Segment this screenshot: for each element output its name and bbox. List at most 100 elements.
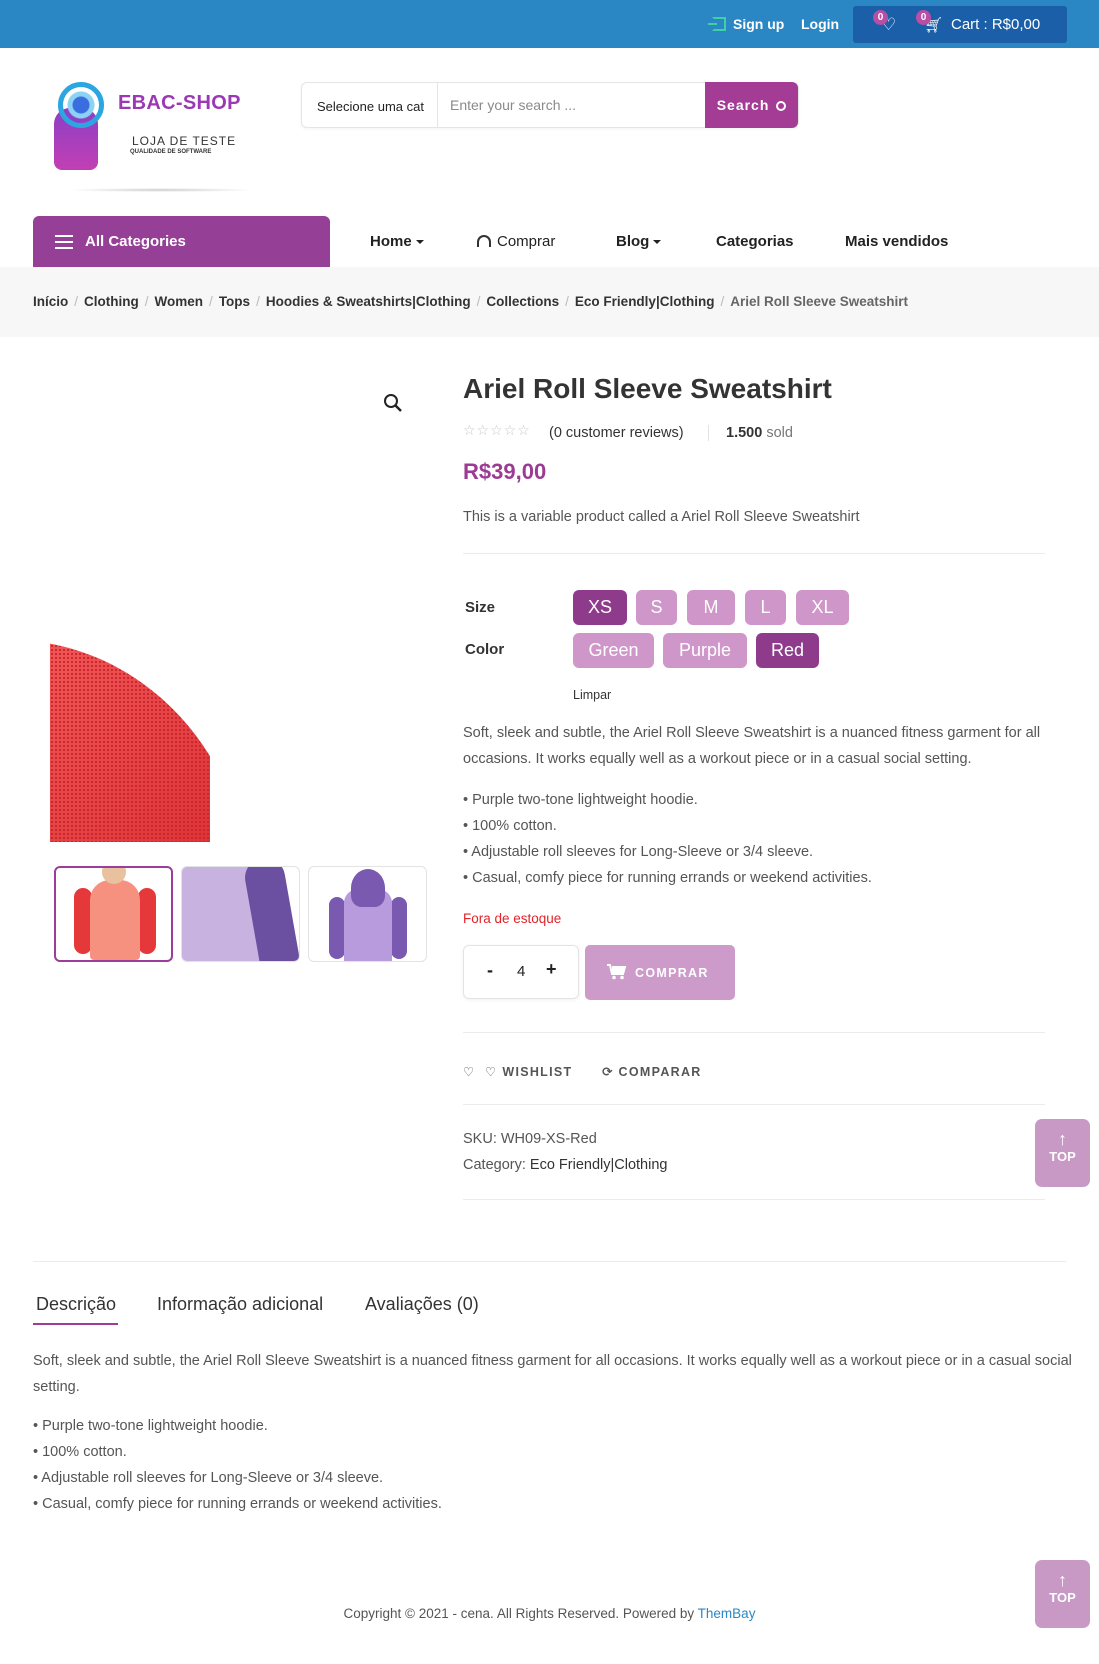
cart-count-badge: 0 xyxy=(916,10,931,25)
sku-label: SKU: xyxy=(463,1131,497,1147)
color-label: Color xyxy=(465,641,505,658)
tab-descricao[interactable]: Descrição xyxy=(36,1294,116,1315)
top-bar: Sign up Login 0 ♡ 0 🛒︎ Cart : R$0,00 xyxy=(0,0,1099,48)
size-option-xl[interactable]: XL xyxy=(796,590,849,625)
site-logo[interactable]: EBAC-SHOP LOJA DE TESTE QUALIDADE DE SOF… xyxy=(46,78,256,198)
breadcrumb-link[interactable]: Hoodies & Sweatshirts|Clothing xyxy=(266,294,471,309)
search-category-select[interactable]: Selecione uma cat xyxy=(317,99,424,114)
tab-avaliacoes[interactable]: Avaliações (0) xyxy=(365,1294,479,1315)
divider xyxy=(463,553,1045,554)
size-option-s[interactable]: S xyxy=(636,590,677,625)
product-thumbnail-back[interactable] xyxy=(308,866,427,962)
all-categories-label: All Categories xyxy=(85,233,186,250)
product-thumbnail-sleeve[interactable] xyxy=(181,866,300,962)
logo-subtitle: LOJA DE TESTE xyxy=(132,134,237,148)
size-option-xs[interactable]: XS xyxy=(573,590,627,625)
logo-shadow xyxy=(66,188,256,192)
breadcrumb-separator: / xyxy=(565,294,569,309)
tab-description-text: Soft, sleek and subtle, the Ariel Roll S… xyxy=(33,1353,1072,1395)
nav-item-label: Blog xyxy=(616,233,650,250)
wishlist-button[interactable]: 0 ♡ xyxy=(873,10,896,33)
breadcrumb: Início / Clothing / Women / Tops / Hoodies & Swe… xyxy=(33,294,908,309)
tab-bullet: • 100% cotton. xyxy=(33,1444,127,1460)
search-input[interactable] xyxy=(450,93,700,117)
rating-stars: ☆☆☆☆☆ xyxy=(463,422,531,438)
color-option-green[interactable]: Green xyxy=(573,633,654,668)
product-short-description: This is a variable product called a Arie… xyxy=(463,509,860,525)
quantity-input[interactable]: 4 xyxy=(517,963,525,980)
cart-button[interactable]: 0 🛒︎ xyxy=(916,10,943,34)
tab-bullet: • Purple two-tone lightweight hoodie. xyxy=(33,1418,268,1434)
menu-icon xyxy=(55,235,73,249)
search-divider xyxy=(437,83,438,127)
product-image-fabric xyxy=(50,640,210,842)
breadcrumb-separator: / xyxy=(144,294,149,309)
thumb-graphic xyxy=(90,880,140,960)
sku-value: WH09-XS-Red xyxy=(500,1131,597,1147)
product-bullet: • Casual, comfy piece for running errand… xyxy=(463,870,872,886)
breadcrumb-separator: / xyxy=(209,294,213,309)
size-label: Size xyxy=(465,599,496,616)
breadcrumb-link[interactable]: Eco Friendly|Clothing xyxy=(575,294,715,309)
nav-item-label: Comprar xyxy=(497,233,556,250)
size-option-m[interactable]: M xyxy=(687,590,735,625)
nav-item-comprar[interactable]: Comprar xyxy=(477,233,555,250)
arrow-up-icon: ↑ xyxy=(1058,1570,1067,1590)
product-description: Soft, sleek and subtle, the Ariel Roll S… xyxy=(463,725,1041,767)
signup-label: Sign up xyxy=(733,16,785,32)
reviews-link[interactable]: (0 customer reviews) xyxy=(549,425,684,441)
color-option-purple[interactable]: Purple xyxy=(663,633,747,668)
nav-item-home[interactable]: Home xyxy=(370,233,424,250)
thumb-graphic xyxy=(391,897,407,959)
nav-item-mais-vendidos[interactable]: Mais vendidos xyxy=(845,233,948,250)
back-to-top-label: TOP xyxy=(1049,1149,1076,1164)
tab-bullet: • Adjustable roll sleeves for Long-Sleev… xyxy=(33,1470,384,1486)
breadcrumb-separator: / xyxy=(256,294,260,309)
wishlist-action[interactable]: ♡ ♡ WISHLIST xyxy=(463,1064,572,1079)
sold-number: 1.500 xyxy=(726,425,763,441)
divider xyxy=(463,1104,1045,1105)
all-categories-button[interactable]: All Categories xyxy=(33,216,330,267)
nav-item-blog[interactable]: Blog xyxy=(616,233,662,250)
breadcrumb-separator: / xyxy=(74,294,79,309)
sold-count: 1.500 sold xyxy=(726,425,793,441)
quantity-decrease-button[interactable]: - xyxy=(487,960,493,981)
refresh-icon: ⟳ xyxy=(602,1065,619,1079)
nav-item-categorias[interactable]: Categorias xyxy=(716,233,794,250)
clear-selection-link[interactable]: Limpar xyxy=(573,688,611,702)
quantity-increase-button[interactable]: + xyxy=(546,959,557,980)
breadcrumb-link[interactable]: Women xyxy=(155,294,204,309)
footer-link-thembay[interactable]: ThemBay xyxy=(698,1606,756,1621)
buy-button[interactable]: COMPRAR xyxy=(585,945,735,1000)
tab-informacao-adicional[interactable]: Informação adicional xyxy=(157,1294,323,1315)
search-button[interactable]: Search xyxy=(705,82,798,128)
breadcrumb-separator: / xyxy=(720,294,725,309)
heart-icon: ♡ ♡ xyxy=(463,1065,503,1079)
breadcrumb-link[interactable]: Clothing xyxy=(84,294,139,309)
product-thumbnail-red[interactable] xyxy=(54,866,173,962)
buy-button-label: COMPRAR xyxy=(635,966,709,980)
chevron-down-icon xyxy=(415,240,424,245)
breadcrumb-link[interactable]: Collections xyxy=(486,294,559,309)
logo-title: EBAC-SHOP xyxy=(118,92,241,114)
login-link[interactable]: Login xyxy=(801,16,839,32)
copyright-text: Copyright © 2021 - cena. All Rights Rese… xyxy=(343,1606,695,1621)
breadcrumb-separator: / xyxy=(476,294,481,309)
breadcrumb-link[interactable]: Início xyxy=(33,294,68,309)
divider xyxy=(708,425,709,441)
color-option-red[interactable]: Red xyxy=(756,633,819,668)
back-to-top-button[interactable]: ↑ TOP xyxy=(1035,1119,1090,1187)
cart-total[interactable]: Cart : R$0,00 xyxy=(951,16,1040,33)
compare-label: COMPARAR xyxy=(618,1065,702,1079)
category-link[interactable]: Eco Friendly|Clothing xyxy=(530,1157,668,1173)
compare-action[interactable]: ⟳ COMPARAR xyxy=(602,1064,702,1079)
search-button-label: Search xyxy=(716,97,770,113)
signup-link[interactable]: Sign up xyxy=(708,16,785,32)
thumb-graphic xyxy=(329,897,345,959)
product-category: Category: Eco Friendly|Clothing xyxy=(463,1157,667,1173)
zoom-icon[interactable] xyxy=(383,393,405,415)
breadcrumb-link[interactable]: Tops xyxy=(219,294,250,309)
product-main-image[interactable] xyxy=(50,640,210,842)
size-option-l[interactable]: L xyxy=(745,590,786,625)
headset-icon xyxy=(477,235,491,247)
